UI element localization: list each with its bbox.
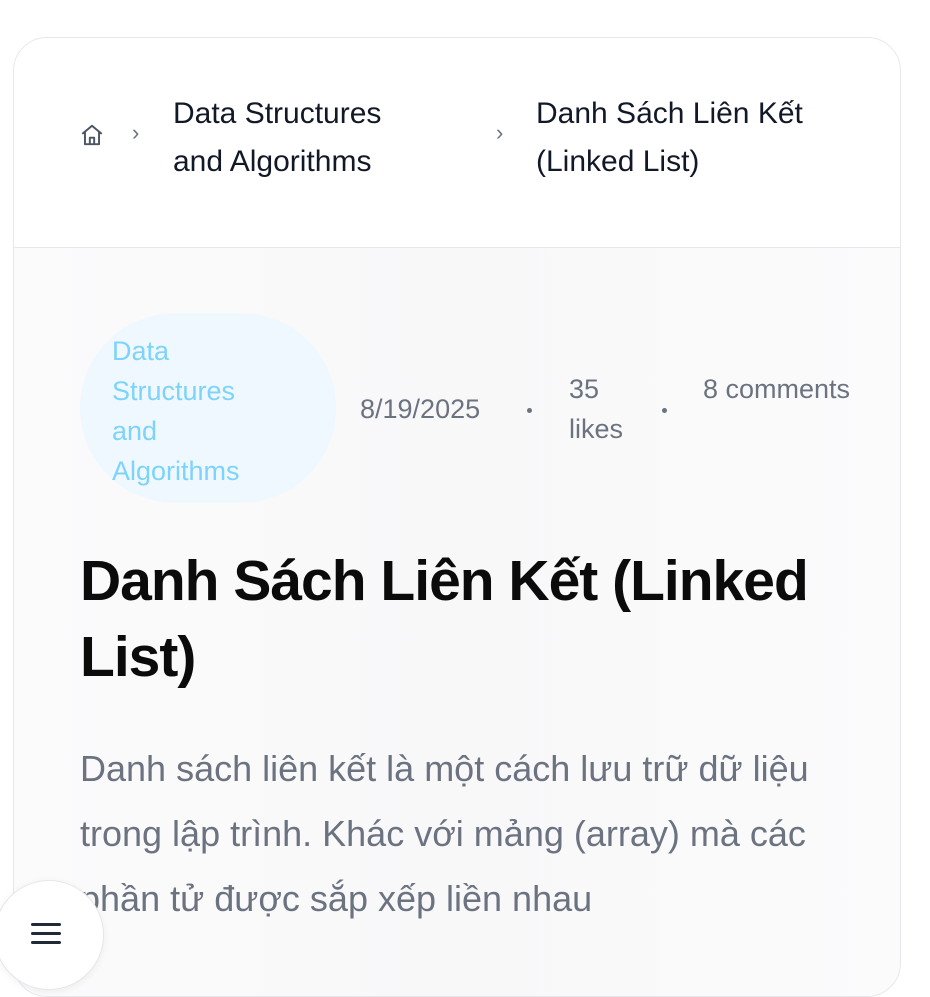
home-icon[interactable] — [79, 122, 105, 148]
breadcrumb-item-current: Danh Sách Liên Kết (Linked List) — [536, 97, 803, 178]
meta-separator — [527, 408, 532, 413]
post-excerpt: Danh sách liên kết là một cách lưu trữ d… — [80, 748, 809, 919]
menu-icon — [31, 923, 61, 947]
category-label: Data Structures and Algorithms — [112, 336, 240, 486]
breadcrumb: › Data Structures and Algorithms › Danh … — [14, 38, 900, 248]
post-likes: 35 likes — [569, 374, 624, 444]
post-content: Data Structures and Algorithms 8/19/2025… — [14, 248, 900, 996]
post-title: Danh Sách Liên Kết (Linked List) — [80, 549, 809, 689]
meta-separator — [662, 408, 667, 413]
post-date: 8/19/2025 — [360, 394, 481, 424]
post-comments: 8 comments — [703, 374, 851, 404]
chevron-right-icon: › — [132, 120, 140, 145]
chevron-right-icon: › — [496, 120, 504, 145]
breadcrumb-item-category[interactable]: Data Structures and Algorithms — [173, 90, 423, 186]
category-badge[interactable]: Data Structures and Algorithms — [80, 313, 336, 503]
post-card: › Data Structures and Algorithms › Danh … — [13, 37, 901, 997]
